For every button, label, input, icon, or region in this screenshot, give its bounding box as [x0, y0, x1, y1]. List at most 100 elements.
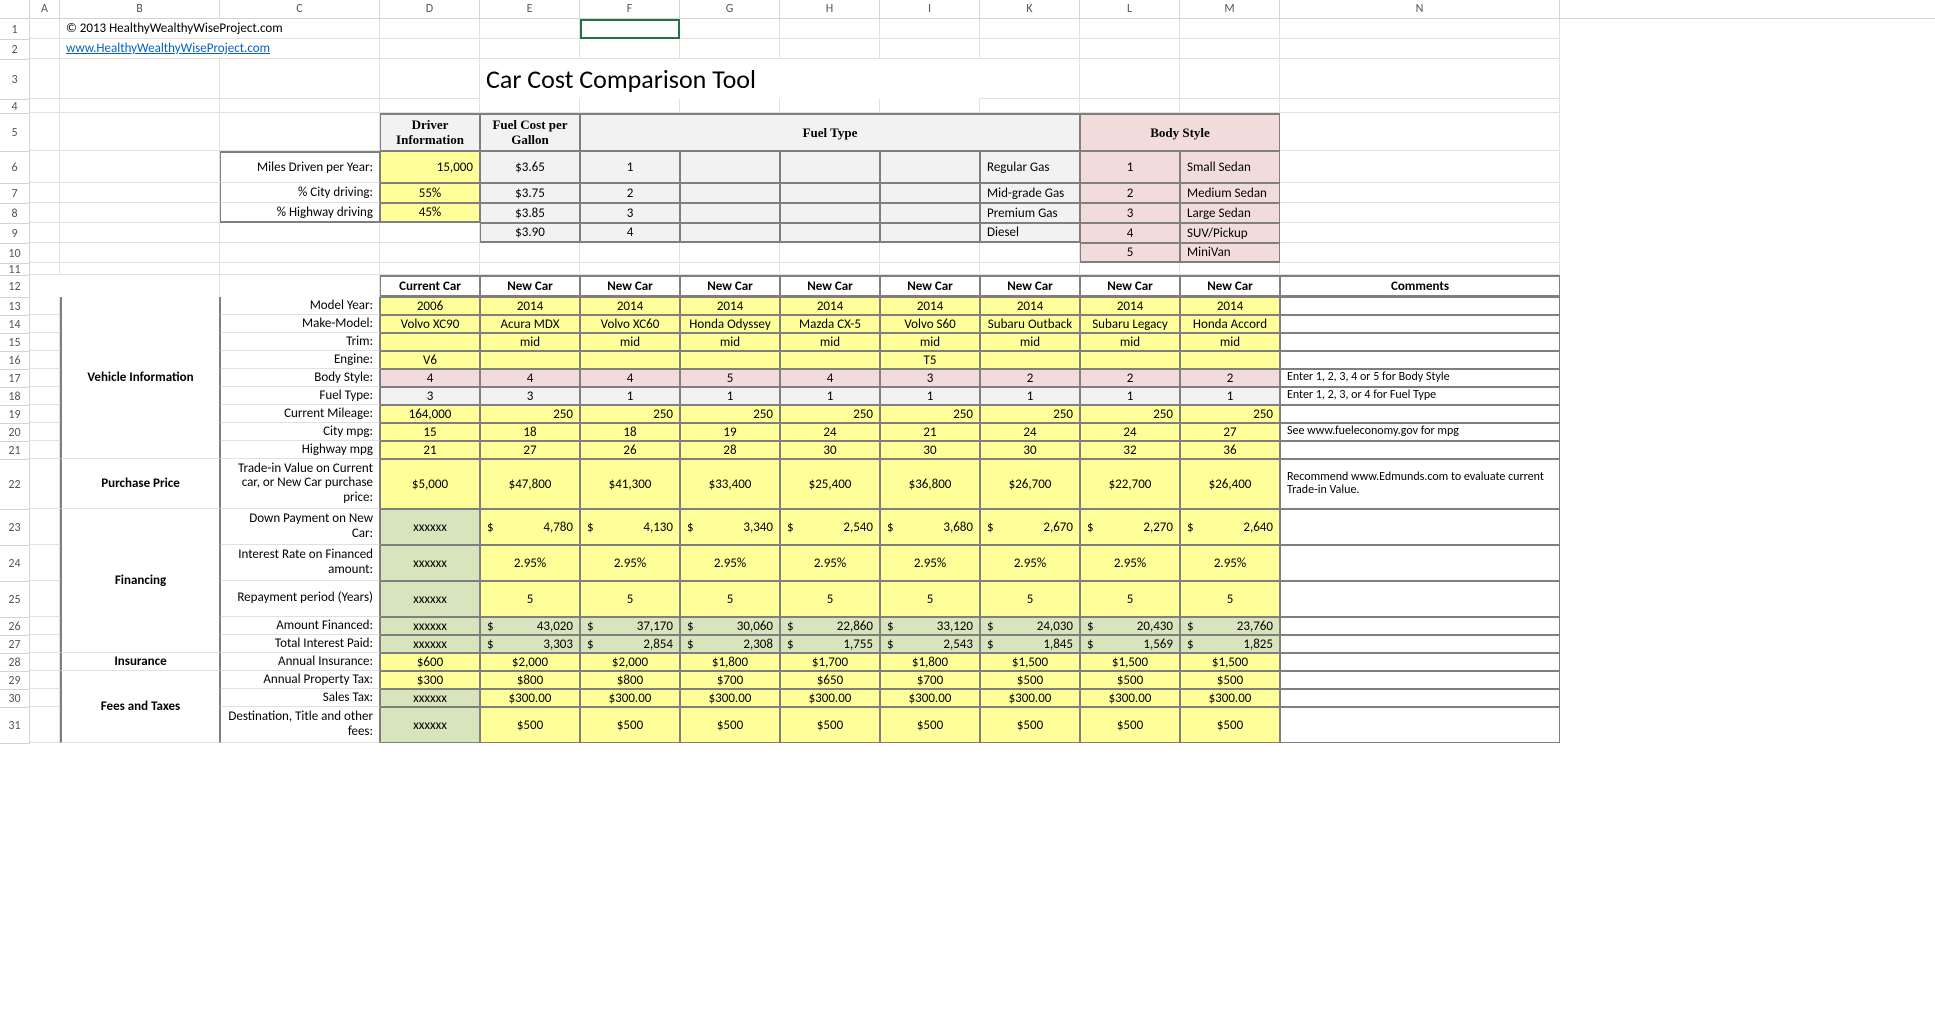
cell[interactable] — [60, 275, 220, 297]
lbl-annIns[interactable]: Annual Insurance: — [220, 653, 380, 671]
cell[interactable] — [1280, 263, 1560, 275]
val-bodyStyle-5[interactable]: 3 — [880, 369, 980, 387]
cell[interactable] — [580, 99, 680, 113]
cell[interactable] — [1080, 263, 1180, 275]
val-trim-8[interactable]: mid — [1180, 333, 1280, 351]
cell[interactable] — [1280, 59, 1560, 99]
val-city-pct[interactable]: 55% — [380, 183, 480, 203]
fuel-type-num-1[interactable]: 1 — [580, 151, 680, 183]
fuel-type-num-2[interactable]: 2 — [580, 183, 680, 203]
cell[interactable] — [60, 243, 220, 263]
val-salesTax-5[interactable]: $300.00 — [880, 689, 980, 707]
cell[interactable] — [30, 19, 60, 39]
val-trim-1[interactable]: mid — [480, 333, 580, 351]
cell[interactable] — [60, 223, 220, 243]
val-repay-3[interactable]: 5 — [680, 581, 780, 617]
cell[interactable] — [780, 243, 880, 263]
cell[interactable] — [780, 151, 880, 183]
cell[interactable] — [30, 545, 60, 581]
val-tradeIn-6[interactable]: $26,700 — [980, 459, 1080, 509]
cell[interactable] — [1280, 19, 1560, 39]
fuel-cost-3[interactable]: $3.85 — [480, 203, 580, 223]
val-totInt-1[interactable]: 3,303 — [480, 635, 580, 653]
lbl-hwyMpg[interactable]: Highway mpg — [220, 441, 380, 459]
comment-propTax[interactable] — [1280, 671, 1560, 689]
cell[interactable] — [680, 39, 780, 59]
val-mileage-7[interactable]: 250 — [1080, 405, 1180, 423]
val-destFees-5[interactable]: $500 — [880, 707, 980, 743]
cell[interactable] — [30, 671, 60, 689]
val-repay-2[interactable]: 5 — [580, 581, 680, 617]
cell[interactable] — [580, 243, 680, 263]
val-trim-2[interactable]: mid — [580, 333, 680, 351]
val-mileage-4[interactable]: 250 — [780, 405, 880, 423]
cell[interactable] — [780, 19, 880, 39]
cell[interactable] — [680, 151, 780, 183]
val-modelYear-7[interactable]: 2014 — [1080, 297, 1180, 315]
cell[interactable] — [880, 151, 980, 183]
cell[interactable] — [780, 263, 880, 275]
val-fuelType-4[interactable]: 1 — [780, 387, 880, 405]
val-propTax-6[interactable]: $500 — [980, 671, 1080, 689]
cell[interactable] — [30, 333, 60, 351]
val-downPay-4[interactable]: 2,540 — [780, 509, 880, 545]
cell[interactable] — [880, 39, 980, 59]
val-annIns-0[interactable]: $600 — [380, 653, 480, 671]
val-salesTax-2[interactable]: $300.00 — [580, 689, 680, 707]
colhdr-F[interactable]: F — [580, 0, 680, 18]
rowhdr-19[interactable]: 19 — [0, 406, 30, 424]
body-style-name-4[interactable]: SUV/Pickup — [1180, 223, 1280, 243]
val-intRate-7[interactable]: 2.95% — [1080, 545, 1180, 581]
cell[interactable] — [580, 39, 680, 59]
val-trim-0[interactable] — [380, 333, 480, 351]
val-makeModel-6[interactable]: Subaru Outback — [980, 315, 1080, 333]
val-salesTax-7[interactable]: $300.00 — [1080, 689, 1180, 707]
comment-mileage[interactable] — [1280, 405, 1560, 423]
val-amtFin-1[interactable]: 43,020 — [480, 617, 580, 635]
val-mileage-2[interactable]: 250 — [580, 405, 680, 423]
val-amtFin-2[interactable]: 37,170 — [580, 617, 680, 635]
page-title[interactable]: Car Cost Comparison Tool — [480, 59, 980, 99]
cell[interactable] — [30, 151, 60, 183]
comment-engine[interactable] — [1280, 351, 1560, 369]
val-totInt-4[interactable]: 1,755 — [780, 635, 880, 653]
body-style-num-5[interactable]: 5 — [1080, 243, 1180, 263]
val-repay-5[interactable]: 5 — [880, 581, 980, 617]
val-modelYear-2[interactable]: 2014 — [580, 297, 680, 315]
cell[interactable] — [480, 19, 580, 39]
lbl-cityMpg[interactable]: City mpg: — [220, 423, 380, 441]
rowhdr-9[interactable]: 9 — [0, 224, 30, 244]
lbl-hwy-pct[interactable]: % Highway driving — [220, 203, 380, 223]
val-propTax-2[interactable]: $800 — [580, 671, 680, 689]
val-tradeIn-1[interactable]: $47,800 — [480, 459, 580, 509]
fuel-type-name-3[interactable]: Premium Gas — [980, 203, 1080, 223]
val-engine-8[interactable] — [1180, 351, 1280, 369]
val-annIns-5[interactable]: $1,800 — [880, 653, 980, 671]
cell[interactable] — [60, 99, 220, 113]
val-cityMpg-5[interactable]: 21 — [880, 423, 980, 441]
cell[interactable] — [680, 19, 780, 39]
rowhdr-22[interactable]: 22 — [0, 460, 30, 510]
lbl-mileage[interactable]: Current Mileage: — [220, 405, 380, 423]
val-downPay-8[interactable]: 2,640 — [1180, 509, 1280, 545]
val-intRate-6[interactable]: 2.95% — [980, 545, 1080, 581]
val-hwyMpg-7[interactable]: 32 — [1080, 441, 1180, 459]
val-totInt-0[interactable]: xxxxxx — [380, 635, 480, 653]
section-purchase[interactable]: Purchase Price — [60, 459, 220, 509]
val-annIns-4[interactable]: $1,700 — [780, 653, 880, 671]
body-style-num-2[interactable]: 2 — [1080, 183, 1180, 203]
section-financing[interactable]: Financing — [60, 509, 220, 653]
val-bodyStyle-7[interactable]: 2 — [1080, 369, 1180, 387]
cell[interactable] — [780, 183, 880, 203]
val-modelYear-6[interactable]: 2014 — [980, 297, 1080, 315]
fuel-type-name-2[interactable]: Mid-grade Gas — [980, 183, 1080, 203]
val-salesTax-6[interactable]: $300.00 — [980, 689, 1080, 707]
cell[interactable] — [780, 203, 880, 223]
hdr-car-5[interactable]: New Car — [880, 275, 980, 297]
val-repay-1[interactable]: 5 — [480, 581, 580, 617]
rowhdr-12[interactable]: 12 — [0, 276, 30, 298]
val-mileage-3[interactable]: 250 — [680, 405, 780, 423]
cell[interactable] — [30, 113, 60, 151]
val-amtFin-6[interactable]: 24,030 — [980, 617, 1080, 635]
cell[interactable] — [60, 203, 220, 223]
